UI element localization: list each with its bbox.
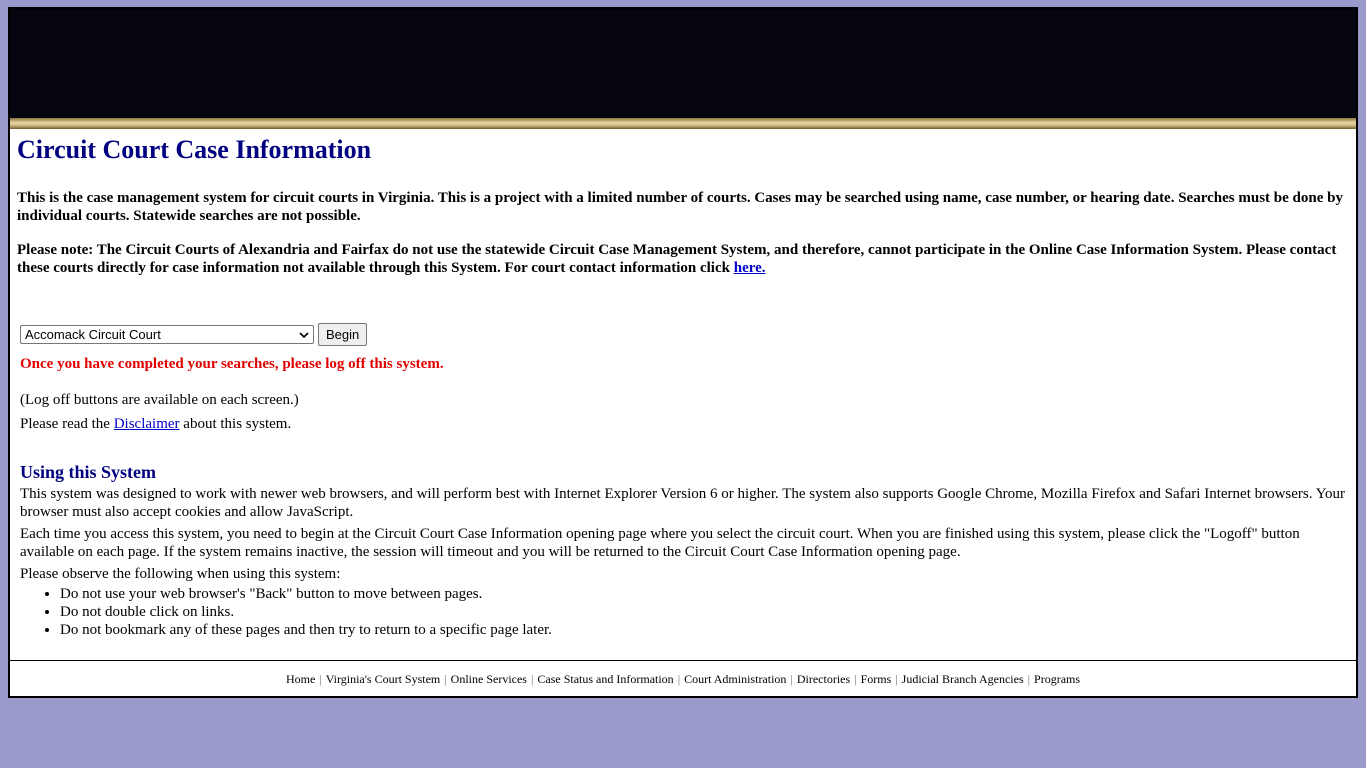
logoff-note: (Log off buttons are available on each s…: [20, 392, 299, 408]
footer-link-case-status[interactable]: Case Status and Information: [537, 672, 673, 687]
header-gold-rule: [10, 118, 1356, 129]
footer-link-court-administration[interactable]: Court Administration: [684, 672, 786, 687]
footer-link-programs[interactable]: Programs: [1034, 672, 1080, 687]
footer-separator: |: [319, 671, 322, 686]
browser-support-paragraph: This system was designed to work with ne…: [20, 486, 1346, 520]
list-item: Do not double click on links.: [60, 603, 1349, 621]
note-paragraph: Please note: The Circuit Courts of Alexa…: [17, 241, 1349, 277]
page-title: Circuit Court Case Information: [17, 135, 372, 164]
court-contact-link[interactable]: here.: [734, 260, 766, 276]
disclaimer-line: Please read the Disclaimer about this sy…: [20, 415, 1349, 433]
footer-separator: |: [790, 671, 793, 686]
footer-separator: |: [854, 671, 857, 686]
usage-heading: Using this System: [20, 462, 157, 482]
header-banner: [10, 9, 1356, 118]
court-selector-row: Accomack Circuit Court Begin: [20, 323, 1349, 346]
footer-link-directories[interactable]: Directories: [797, 672, 850, 687]
footer-link-forms[interactable]: Forms: [861, 672, 892, 687]
court-select[interactable]: Accomack Circuit Court: [20, 325, 314, 344]
intro-paragraph: This is the case management system for c…: [17, 190, 1343, 224]
logoff-warning: Once you have completed your searches, p…: [20, 356, 444, 372]
footer-separator: |: [1027, 671, 1031, 686]
chevron-down-icon: [299, 331, 309, 338]
footer-link-court-system[interactable]: Virginia's Court System: [326, 672, 441, 687]
page-frame: Circuit Court Case Information This is t…: [8, 7, 1358, 698]
footer-separator: |: [677, 671, 681, 686]
footer-link-online-services[interactable]: Online Services: [451, 672, 527, 687]
disclaimer-suffix: about this system.: [179, 416, 292, 432]
observe-paragraph: Please observe the following when using …: [20, 566, 341, 582]
begin-button[interactable]: Begin: [318, 323, 368, 346]
list-item: Do not use your web browser's "Back" but…: [60, 585, 1349, 603]
footer-separator: |: [530, 671, 534, 686]
usage-rules-list: Do not use your web browser's "Back" but…: [20, 585, 1349, 639]
footer-nav: Home | Virginia's Court System | Online Se…: [10, 660, 1356, 697]
footer-link-home[interactable]: Home: [286, 672, 315, 687]
list-item: Do not bookmark any of these pages and t…: [60, 621, 1349, 639]
main-content: Circuit Court Case Information This is t…: [10, 134, 1356, 639]
court-select-value: Accomack Circuit Court: [25, 327, 161, 342]
session-paragraph: Each time you access this system, you ne…: [20, 526, 1300, 560]
footer-link-judicial-agencies[interactable]: Judicial Branch Agencies: [902, 672, 1024, 687]
note-text: Please note: The Circuit Courts of Alexa…: [17, 242, 1337, 276]
disclaimer-link[interactable]: Disclaimer: [114, 416, 180, 432]
footer-separator: |: [895, 671, 898, 686]
disclaimer-prefix: Please read the: [20, 416, 114, 432]
footer-separator: |: [444, 671, 447, 686]
